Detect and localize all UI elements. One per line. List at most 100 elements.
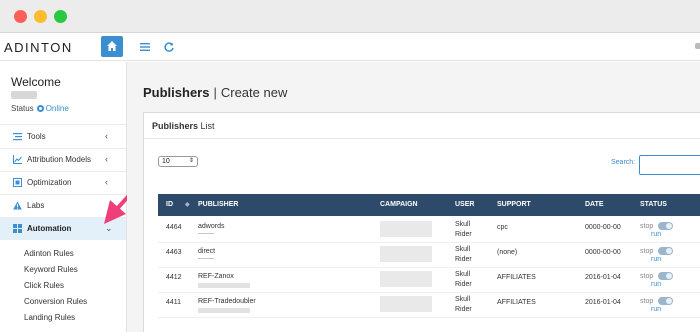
- run-link[interactable]: run: [651, 231, 661, 238]
- cell-publisher-sub-redacted: [198, 308, 250, 313]
- status-label: Status: [11, 104, 34, 113]
- search-label: Search:: [611, 159, 636, 166]
- sidebar-subitem-conversion-rules[interactable]: Conversion Rules: [24, 297, 87, 306]
- sidebar-item-label: Labs: [27, 201, 45, 210]
- cell-user: Skull Rider: [455, 246, 472, 263]
- maximize-window-button[interactable]: [54, 10, 67, 23]
- table-row: 4464 adwords -------- Skull Rider cpc 000…: [158, 218, 700, 243]
- sidebar-subitem-keyword-rules[interactable]: Keyword Rules: [24, 265, 78, 274]
- search-input[interactable]: [639, 155, 700, 175]
- title-bar: [0, 0, 700, 33]
- cell-publisher[interactable]: REF-Zanox: [198, 273, 234, 280]
- cell-publisher-sub: --------: [198, 231, 214, 237]
- table-row: 4463 direct -------- Skull Rider (none) 0…: [158, 243, 700, 268]
- run-link[interactable]: run: [651, 306, 661, 313]
- page-title-main: Publishers: [143, 85, 210, 100]
- column-header-user[interactable]: USER: [455, 201, 474, 208]
- optimization-icon: [13, 178, 22, 187]
- minimize-window-button[interactable]: [34, 10, 47, 23]
- cell-campaign-redacted: [380, 246, 432, 262]
- publishers-list-panel: Publishers List 10 ⇕ Search: ID ◆ PUBLIS…: [143, 112, 700, 332]
- run-link[interactable]: run: [651, 281, 661, 288]
- main-content: Publishers | Create new Publishers List 10…: [127, 62, 700, 332]
- per-page-select[interactable]: 10 ⇕: [158, 156, 198, 167]
- create-new-link[interactable]: Create new: [221, 85, 287, 100]
- menu-icon[interactable]: [139, 40, 151, 58]
- cell-publisher[interactable]: adwords: [198, 223, 224, 230]
- cell-date: 2016-01-04: [585, 274, 621, 281]
- grid-icon: [13, 224, 22, 233]
- status-toggle[interactable]: [658, 247, 673, 255]
- stop-label: stop: [640, 248, 654, 255]
- cell-support: cpc: [497, 224, 508, 231]
- status-toggle[interactable]: [658, 297, 673, 305]
- warning-icon: [13, 201, 22, 210]
- panel-title-bold: Publishers: [152, 121, 199, 131]
- cell-support: AFFILIATES: [497, 274, 536, 281]
- chevron-left-icon: ‹: [105, 131, 108, 141]
- panel-title-rest: List: [200, 121, 215, 131]
- browser-window: ADINTON Welcome Status Online Tools ‹ At…: [0, 0, 700, 332]
- sidebar-subitem-click-rules[interactable]: Click Rules: [24, 281, 64, 290]
- per-page-value: 10: [162, 158, 170, 165]
- chevron-left-icon: ‹: [105, 154, 108, 164]
- table-row: 4412 REF-Zanox Skull Rider AFFILIATES 201…: [158, 268, 700, 293]
- status-toggle[interactable]: [658, 272, 673, 280]
- sort-icon[interactable]: ◆: [185, 201, 190, 208]
- status-toggle[interactable]: [658, 222, 673, 230]
- panel-header: Publishers List: [144, 113, 700, 139]
- cell-publisher[interactable]: REF-Tradedoubler: [198, 298, 256, 305]
- page-title: Publishers | Create new: [143, 85, 287, 100]
- refresh-icon[interactable]: [163, 40, 175, 58]
- cell-support: (none): [497, 249, 518, 256]
- sidebar-item-tools[interactable]: Tools ‹: [0, 126, 126, 148]
- table-row: 4411 REF-Tradedoubler Skull Rider AFFILIA…: [158, 293, 700, 318]
- column-header-support[interactable]: SUPPORT: [497, 201, 531, 208]
- cell-user: Skull Rider: [455, 221, 472, 238]
- app-logo[interactable]: ADINTON: [4, 40, 73, 55]
- cell-id: 4464: [166, 224, 182, 231]
- top-navbar: ADINTON: [0, 33, 700, 61]
- column-header-campaign[interactable]: CAMPAIGN: [380, 201, 418, 208]
- stop-label: stop: [640, 223, 654, 230]
- cell-id: 4463: [166, 249, 182, 256]
- cell-publisher[interactable]: direct: [198, 248, 215, 255]
- cell-id: 4411: [166, 299, 182, 306]
- chart-icon: [13, 155, 22, 164]
- cell-support: AFFILIATES: [497, 299, 536, 306]
- cell-campaign-redacted: [380, 271, 432, 287]
- column-header-date[interactable]: DATE: [585, 201, 604, 208]
- table-header: ID ◆ PUBLISHER CAMPAIGN USER SUPPORT DAT…: [158, 194, 700, 216]
- title-separator: |: [213, 85, 217, 100]
- user-status: Status Online: [11, 104, 69, 113]
- sidebar-subitem-landing-rules[interactable]: Landing Rules: [24, 313, 75, 322]
- sidebar-item-label: Attribution Models: [27, 155, 92, 164]
- select-arrows-icon: ⇕: [188, 158, 194, 164]
- stop-label: stop: [640, 273, 654, 280]
- cell-campaign-redacted: [380, 221, 432, 237]
- close-window-button[interactable]: [14, 10, 27, 23]
- sidebar-subitem-adinton-rules[interactable]: Adinton Rules: [24, 249, 74, 258]
- home-button[interactable]: [101, 36, 123, 57]
- column-header-status[interactable]: STATUS: [640, 201, 667, 208]
- user-menu-edge[interactable]: [695, 43, 700, 49]
- sidebar-item-label: Tools: [27, 132, 46, 141]
- column-header-publisher[interactable]: PUBLISHER: [198, 201, 238, 208]
- cell-id: 4412: [166, 274, 182, 281]
- cell-publisher-sub-redacted: [198, 283, 250, 288]
- run-link[interactable]: run: [651, 256, 661, 263]
- cell-publisher-sub: --------: [198, 256, 214, 262]
- username-redacted: [11, 91, 37, 99]
- column-header-id[interactable]: ID: [166, 201, 173, 208]
- cell-date: 0000-00-00: [585, 249, 621, 256]
- status-online-icon: [36, 105, 44, 112]
- cell-campaign-redacted: [380, 296, 432, 312]
- cell-date: 2016-01-04: [585, 299, 621, 306]
- home-icon: [107, 41, 117, 51]
- cell-date: 0000-00-00: [585, 224, 621, 231]
- cell-user: Skull Rider: [455, 296, 472, 313]
- tools-icon: [13, 133, 22, 141]
- sidebar-item-label: Optimization: [27, 178, 72, 187]
- divider: [0, 124, 126, 125]
- sidebar-item-label: Automation: [27, 224, 72, 233]
